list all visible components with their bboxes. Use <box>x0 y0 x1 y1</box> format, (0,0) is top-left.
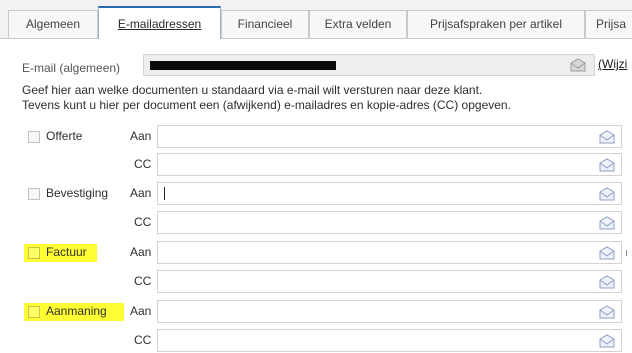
envelope-icon[interactable] <box>599 305 615 322</box>
tab-label: E-mailadressen <box>117 17 202 31</box>
bevestiging-checkbox[interactable] <box>28 188 40 200</box>
resize-grip <box>626 250 631 256</box>
bevestiging-label: Bevestiging <box>46 186 109 200</box>
cc-label: CC <box>134 157 152 171</box>
envelope-icon[interactable] <box>599 158 615 175</box>
redacted-email-value <box>150 61 336 70</box>
to-label: Aan <box>130 304 152 318</box>
email-general-label: E-mail (algemeen) <box>22 61 121 75</box>
tab-label: Financieel <box>237 17 293 31</box>
tab-label: Prijsa <box>596 17 627 31</box>
to-label: Aan <box>130 186 152 200</box>
aanmaning-label: Aanmaning <box>46 304 107 318</box>
envelope-icon[interactable] <box>570 58 586 75</box>
email-addresses-panel: E-mail (algemeen) (Wijzi Geef hier aan w… <box>0 39 632 353</box>
factuur-to-input[interactable] <box>157 241 622 264</box>
tab-algemeen[interactable]: Algemeen <box>8 10 98 38</box>
offerte-cc-input[interactable] <box>157 153 622 176</box>
envelope-icon[interactable] <box>599 275 615 292</box>
envelope-icon[interactable] <box>599 334 615 351</box>
envelope-icon[interactable] <box>599 246 615 263</box>
tab-label: Algemeen <box>25 17 81 31</box>
factuur-label: Factuur <box>46 245 87 259</box>
to-label: Aan <box>130 129 152 143</box>
tab-financieel[interactable]: Financieel <box>221 10 309 38</box>
cc-label: CC <box>134 215 152 229</box>
aanmaning-cc-input[interactable] <box>157 329 622 352</box>
change-email-link[interactable]: (Wijzi <box>598 57 627 71</box>
envelope-icon[interactable] <box>599 187 615 204</box>
to-label: Aan <box>130 245 152 259</box>
envelope-icon[interactable] <box>599 216 615 233</box>
aanmaning-to-input[interactable] <box>157 300 622 323</box>
cc-label: CC <box>134 274 152 288</box>
email-general-field[interactable] <box>143 54 595 76</box>
tab-prijsafspraken-per-artikel[interactable]: Prijsafspraken per artikel <box>407 10 585 38</box>
tab-label: Prijsafspraken per artikel <box>429 17 563 31</box>
offerte-checkbox[interactable] <box>28 131 40 143</box>
bevestiging-cc-input[interactable] <box>157 211 622 234</box>
info-line: Tevens kunt u hier per document een (afw… <box>22 98 511 112</box>
factuur-checkbox[interactable] <box>28 247 40 259</box>
tab-e-mailadressen[interactable]: E-mailadressen <box>98 6 221 39</box>
bevestiging-to-input[interactable] <box>157 182 622 205</box>
aanmaning-checkbox[interactable] <box>28 306 40 318</box>
tab-label: Extra velden <box>324 17 392 31</box>
offerte-label: Offerte <box>46 129 83 143</box>
tab-prijsafspraken-overflow[interactable]: Prijsa <box>585 10 632 38</box>
info-text: Geef hier aan welke documenten u standaa… <box>22 83 628 113</box>
offerte-to-input[interactable] <box>157 125 622 148</box>
tab-extra-velden[interactable]: Extra velden <box>309 10 407 38</box>
tab-strip: Algemeen E-mailadressen Financieel Extra… <box>0 0 632 39</box>
text-caret <box>164 187 165 200</box>
info-line: Geef hier aan welke documenten u standaa… <box>22 83 483 97</box>
envelope-icon[interactable] <box>599 130 615 147</box>
cc-label: CC <box>134 333 152 347</box>
factuur-cc-input[interactable] <box>157 270 622 293</box>
